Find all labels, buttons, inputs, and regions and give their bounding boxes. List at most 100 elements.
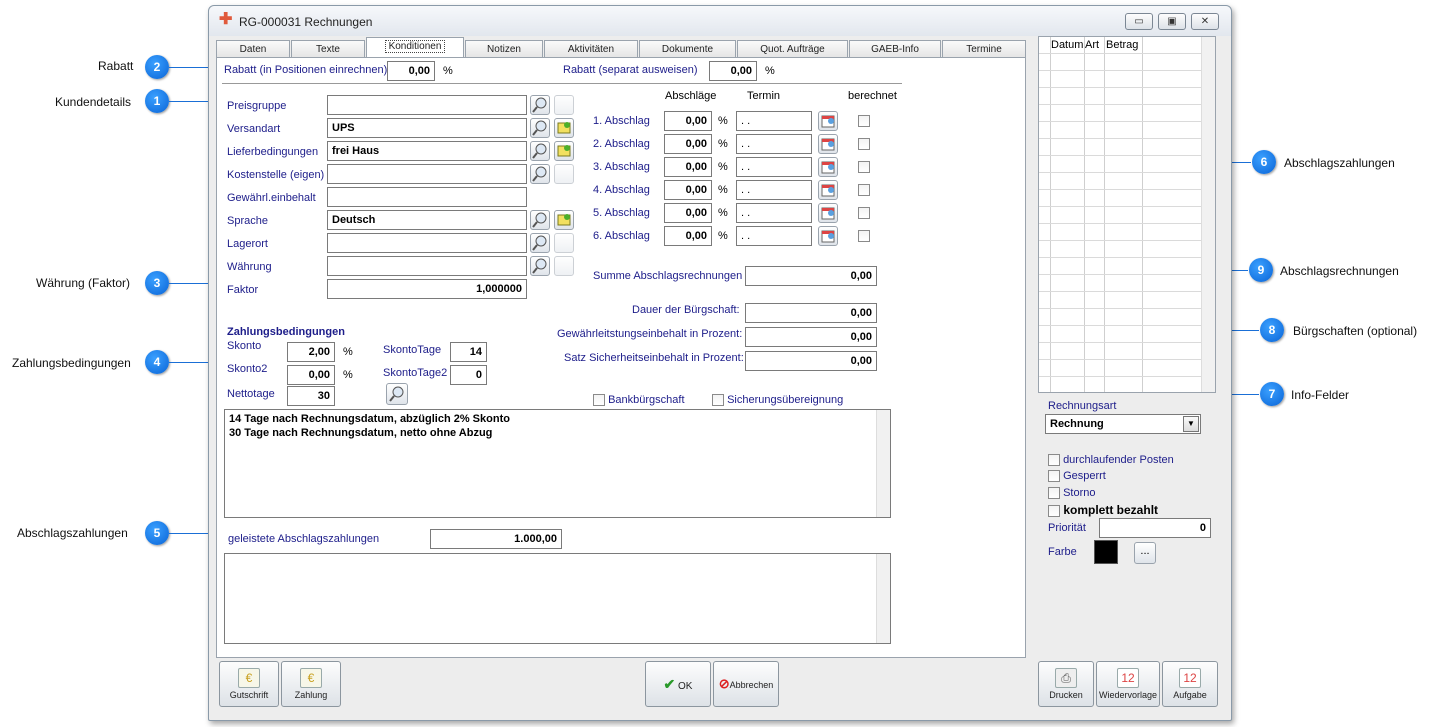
tab-termine[interactable]: Termine [942,40,1026,58]
sprache-search-icon[interactable] [530,210,550,230]
bank-checkbox-row[interactable]: Bankbürgschaft [593,394,685,407]
bank-checkbox[interactable] [593,394,605,407]
rabatt-sep-input[interactable]: 0,00 [709,61,757,81]
farbe-picker-button[interactable]: ... [1134,542,1156,564]
abschlag-termin-input[interactable]: . . [736,226,812,246]
calendar-picker-icon[interactable] [818,203,838,223]
summe-input[interactable]: 0,00 [745,266,877,286]
satz-input[interactable]: 0,00 [745,351,877,371]
callout-text-rabatt: Rabatt [98,59,134,73]
abbrechen-button[interactable]: ⊘Abbrechen [713,661,779,707]
gewaehr-input[interactable] [327,187,527,207]
skonto2-input[interactable]: 0,00 [287,365,335,385]
sprache-edit-icon[interactable] [554,210,574,230]
wiedervorlage-button[interactable]: 12 Wiedervorlage [1096,661,1160,707]
aufgabe-button[interactable]: 12 Aufgabe [1162,661,1218,707]
abschlag-value-input[interactable]: 0,00 [664,134,712,154]
sprache-input[interactable]: Deutsch [327,210,527,230]
komplett-checkbox[interactable] [1048,504,1060,517]
tab-aktivitaeten[interactable]: Aktivitäten [544,40,638,58]
durchlaufend-checkbox[interactable] [1048,454,1060,467]
preisgruppe-input[interactable] [327,95,527,115]
abschlag-termin-input[interactable]: . . [736,203,812,223]
calendar-picker-icon[interactable] [818,180,838,200]
tab-gaeb-info[interactable]: GAEB-Info [849,40,941,58]
abschlag-termin-input[interactable]: . . [736,134,812,154]
nettotage-input[interactable]: 30 [287,386,335,406]
preisgruppe-search-icon[interactable] [530,95,550,115]
sicherung-checkbox[interactable] [712,394,724,407]
geleistet-input[interactable]: 1.000,00 [430,529,562,549]
tab-daten[interactable]: Daten [216,40,290,58]
lieferbedingungen-search-icon[interactable] [530,141,550,161]
zahlung-search-icon[interactable] [386,383,408,405]
abschlag-value-input[interactable]: 0,00 [664,203,712,223]
versandart-search-icon[interactable] [530,118,550,138]
grid-scrollbar[interactable] [1201,37,1215,392]
kostenstelle-search-icon[interactable] [530,164,550,184]
gew-input[interactable]: 0,00 [745,327,877,347]
maximize-button[interactable]: ▣ [1158,13,1186,30]
tab-quot-auftraege[interactable]: Quot. Aufträge [737,40,848,58]
prioritaet-input[interactable]: 0 [1099,518,1211,538]
versandart-edit-icon[interactable] [554,118,574,138]
storno-checkbox[interactable] [1048,487,1060,500]
lagerort-input[interactable] [327,233,527,253]
dauer-input[interactable]: 0,00 [745,303,877,323]
tab-konditionen[interactable]: Konditionen [366,37,464,58]
close-button[interactable]: ✕ [1191,13,1219,30]
abschlag-notes-area[interactable] [224,553,891,644]
abschlag-berechnet-checkbox[interactable] [858,184,870,196]
abschlag-termin-input[interactable]: . . [736,157,812,177]
abschlag-value-input[interactable]: 0,00 [664,226,712,246]
gesperrt-checkbox[interactable] [1048,470,1060,483]
lieferbedingungen-edit-icon[interactable] [554,141,574,161]
abschlag-value-input[interactable]: 0,00 [664,180,712,200]
versandart-input[interactable]: UPS [327,118,527,138]
calendar-picker-icon[interactable] [818,111,838,131]
tab-notizen[interactable]: Notizen [465,40,543,58]
abschlag-berechnet-checkbox[interactable] [858,138,870,150]
abschlag-value-input[interactable]: 0,00 [664,111,712,131]
abschlag-termin-input[interactable]: . . [736,111,812,131]
tab-texte[interactable]: Texte [291,40,365,58]
abschlag-berechnet-checkbox[interactable] [858,161,870,173]
waehrung-input[interactable] [327,256,527,276]
tab-dokumente[interactable]: Dokumente [639,40,736,58]
chevron-down-icon[interactable]: ▼ [1183,416,1199,432]
waehrung-search-icon[interactable] [530,256,550,276]
abschlag-notes-scrollbar[interactable] [876,554,890,643]
rabatt-pos-input[interactable]: 0,00 [387,61,435,81]
gutschrift-button[interactable]: € Gutschrift [219,661,279,707]
sicherung-checkbox-row[interactable]: Sicherungsübereignung [712,394,843,407]
minimize-button[interactable]: ▭ [1125,13,1153,30]
abschlag-berechnet-checkbox[interactable] [858,230,870,242]
calendar-picker-icon[interactable] [818,226,838,246]
farbe-swatch[interactable] [1094,540,1118,564]
skontotage2-input[interactable]: 0 [450,365,487,385]
zahlung-text-area[interactable]: 14 Tage nach Rechnungsdatum, abzüglich 2… [224,409,891,518]
zahlungs-grid[interactable]: Datum Art Betrag [1038,36,1216,393]
callout-text-buergschaften: Bürgschaften (optional) [1293,324,1418,338]
zahlung-text-scrollbar[interactable] [876,410,890,517]
abschlag-termin-input[interactable]: . . [736,180,812,200]
abschlag-berechnet-checkbox[interactable] [858,115,870,127]
calendar-picker-icon[interactable] [818,157,838,177]
drucken-button[interactable]: ⎙ Drucken [1038,661,1094,707]
lagerort-search-icon[interactable] [530,233,550,253]
rechnungsart-select[interactable]: Rechnung [1045,414,1201,434]
faktor-input[interactable]: 1,000000 [327,279,527,299]
skontotage-input[interactable]: 14 [450,342,487,362]
zahlung-button[interactable]: € Zahlung [281,661,341,707]
abschlag-value-input[interactable]: 0,00 [664,157,712,177]
calendar-picker-icon[interactable] [818,134,838,154]
gesperrt-row[interactable]: Gesperrt [1048,470,1106,483]
komplett-row[interactable]: komplett bezahlt [1048,503,1158,517]
abschlag-berechnet-checkbox[interactable] [858,207,870,219]
lieferbedingungen-input[interactable]: frei Haus [327,141,527,161]
kostenstelle-input[interactable] [327,164,527,184]
durchlaufend-row[interactable]: durchlaufender Posten [1048,454,1174,467]
ok-button[interactable]: ✔ OK [645,661,711,707]
skonto-input[interactable]: 2,00 [287,342,335,362]
storno-row[interactable]: Storno [1048,487,1095,500]
